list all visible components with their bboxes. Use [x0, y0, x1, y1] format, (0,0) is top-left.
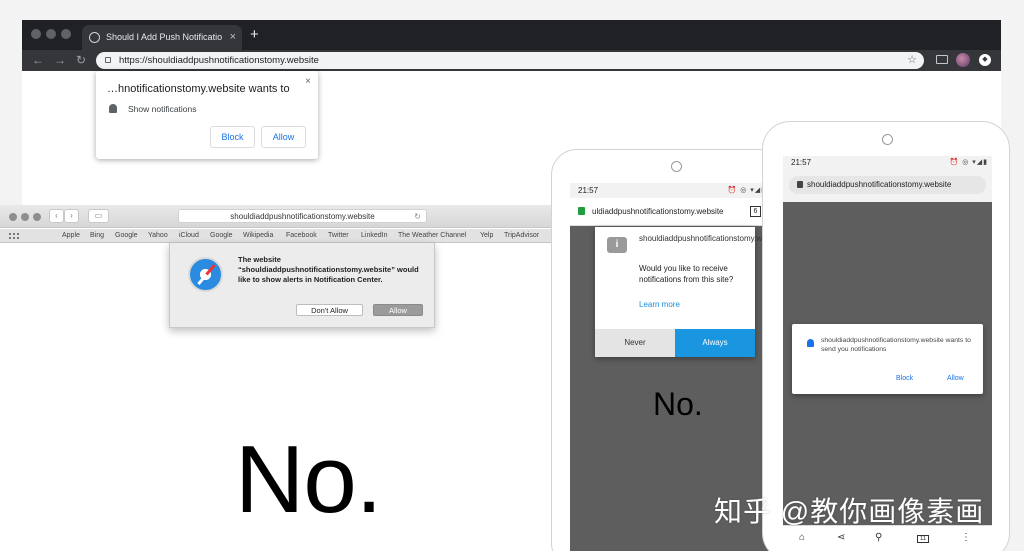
lock-icon	[578, 207, 585, 215]
status-time: 21:57	[578, 186, 599, 195]
info-icon: i	[607, 237, 627, 253]
permission-label: Show notifications	[128, 104, 197, 114]
menu-icon[interactable]: ⋮	[961, 532, 971, 543]
bookmark-star-icon[interactable]: ☆	[907, 52, 917, 69]
safari-compass-icon	[188, 257, 223, 292]
address-bar[interactable]: shouldiaddpushnotificationstomy.website	[789, 176, 986, 194]
notification-permission-popup: …hnotificationstomy.website wants to × S…	[96, 71, 318, 159]
bell-icon	[807, 339, 814, 347]
address-bar[interactable]: shouldiaddpushnotificationstomy.website …	[178, 209, 427, 223]
block-button[interactable]: Block	[210, 126, 255, 148]
search-icon[interactable]: ⚲	[875, 532, 882, 543]
extension-icon[interactable]: ◆	[979, 54, 991, 66]
address-bar-url: shouldiaddpushnotificationstomy.website	[807, 180, 952, 189]
address-bar[interactable]: https://shouldiaddpushnotificationstomy.…	[96, 52, 924, 69]
never-button[interactable]: Never	[595, 329, 675, 357]
always-button[interactable]: Always	[675, 329, 755, 357]
close-window-button[interactable]	[9, 213, 17, 221]
address-bar-url: uldiaddpushnotificationstomy.website	[592, 207, 724, 216]
minimize-window-button[interactable]	[21, 213, 29, 221]
globe-icon	[89, 32, 100, 43]
favorite-link[interactable]: TripAdvisor	[504, 232, 539, 239]
notification-permission-dialog: shouldiaddpushnotificationstomy.website …	[792, 324, 983, 394]
tab-switcher-icon[interactable]: 11	[917, 535, 930, 543]
favorites-bar: Apple Bing Google Yahoo iCloud Google Wi…	[0, 229, 560, 243]
forward-arrow-icon[interactable]: →	[54, 52, 66, 69]
allow-button[interactable]: Allow	[947, 375, 964, 382]
favorite-link[interactable]: Twitter	[328, 232, 349, 239]
status-icons: ⏰ ◎ ▾◢▮	[949, 159, 988, 166]
favorite-link[interactable]: Facebook	[286, 232, 317, 239]
tab-close-icon[interactable]: ×	[230, 25, 236, 50]
close-icon[interactable]: ×	[305, 76, 311, 87]
phone-right: 21:57 ⏰ ◎ ▾◢▮ shouldiaddpushnotification…	[762, 121, 1010, 551]
bell-icon	[109, 104, 117, 113]
forward-chevron-icon[interactable]: ›	[64, 209, 79, 223]
address-bar[interactable]: uldiaddpushnotificationstomy.website 6	[570, 198, 770, 226]
dialog-message: shouldiaddpushnotificationstomy.website …	[821, 337, 971, 353]
favorite-link[interactable]: Google	[210, 232, 233, 239]
safari-toolbar: ‹ › ▭ shouldiaddpushnotificationstomy.we…	[0, 205, 560, 228]
zoom-window-button[interactable]	[33, 213, 41, 221]
headline: No.	[653, 386, 703, 422]
reload-icon[interactable]: ↻	[76, 52, 86, 69]
allow-button[interactable]: Allow	[373, 304, 423, 316]
allow-button[interactable]: Allow	[261, 126, 306, 148]
tab-title: Should I Add Push Notificatio	[106, 32, 223, 42]
lock-icon	[797, 181, 803, 188]
status-icons: ⏰ ◎ ▾◢▮	[727, 187, 766, 194]
favorite-link[interactable]: iCloud	[179, 232, 199, 239]
avatar[interactable]	[956, 53, 970, 67]
sidebar-icon[interactable]: ▭	[88, 209, 109, 223]
grid-icon[interactable]	[9, 233, 19, 239]
cast-icon[interactable]	[936, 55, 948, 64]
status-time: 21:57	[791, 158, 812, 167]
back-arrow-icon[interactable]: ←	[32, 52, 44, 69]
home-icon[interactable]: ⌂	[799, 532, 805, 543]
chrome-tab[interactable]: Should I Add Push Notificatio ×	[82, 25, 242, 50]
block-button[interactable]: Block	[896, 375, 913, 382]
favorite-link[interactable]: Apple	[62, 232, 80, 239]
dont-allow-button[interactable]: Don't Allow	[296, 304, 363, 316]
headline: No.	[235, 426, 382, 533]
camera-icon	[882, 134, 893, 145]
camera-icon	[671, 161, 682, 172]
favorite-link[interactable]: Wikipedia	[243, 232, 273, 239]
share-icon[interactable]: ⋖	[837, 532, 845, 543]
dialog-host: shouldiaddpushnotificationstomy.website	[639, 234, 770, 243]
reload-icon[interactable]: ↻	[414, 210, 421, 223]
safari-notification-dialog: The website “shouldiaddpushnotifications…	[169, 243, 435, 328]
watermark: 知乎 @教你画像素画	[714, 496, 985, 527]
chrome-toolbar: ← → ↻ https://shouldiaddpushnotification…	[22, 50, 1001, 71]
status-bar: 21:57 ⏰ ◎ ▾◢▮	[783, 156, 992, 170]
address-bar-container: shouldiaddpushnotificationstomy.website	[783, 170, 992, 202]
favorite-link[interactable]: Yelp	[480, 232, 493, 239]
popup-title: …hnotificationstomy.website wants to	[107, 83, 290, 95]
status-bar: 21:57 ⏰ ◎ ▾◢▮	[570, 183, 770, 198]
zoom-window-button[interactable]	[61, 29, 71, 39]
favorite-link[interactable]: LinkedIn	[361, 232, 387, 239]
favorite-link[interactable]: Bing	[90, 232, 104, 239]
favorite-link[interactable]: Google	[115, 232, 138, 239]
notification-permission-dialog: i shouldiaddpushnotificationstomy.websit…	[595, 227, 770, 357]
safari-window: ‹ › ▭ shouldiaddpushnotificationstomy.we…	[0, 205, 560, 551]
back-chevron-icon[interactable]: ‹	[49, 209, 64, 223]
address-bar-url: https://shouldiaddpushnotificationstomy.…	[119, 55, 319, 66]
address-bar-url: shouldiaddpushnotificationstomy.website	[230, 212, 375, 221]
new-tab-button[interactable]: +	[250, 26, 259, 44]
close-window-button[interactable]	[31, 29, 41, 39]
tab-switcher-icon[interactable]: 6	[750, 206, 761, 217]
chrome-tab-bar: Should I Add Push Notificatio × +	[22, 20, 1001, 50]
learn-more-link[interactable]: Learn more	[639, 300, 680, 309]
dialog-message: The website “shouldiaddpushnotifications…	[238, 255, 419, 284]
minimize-window-button[interactable]	[46, 29, 56, 39]
lock-icon	[105, 57, 111, 63]
favorite-link[interactable]: Yahoo	[148, 232, 168, 239]
favorite-link[interactable]: The Weather Channel	[398, 232, 466, 239]
dialog-question: Would you like to receive notifications …	[639, 264, 734, 284]
